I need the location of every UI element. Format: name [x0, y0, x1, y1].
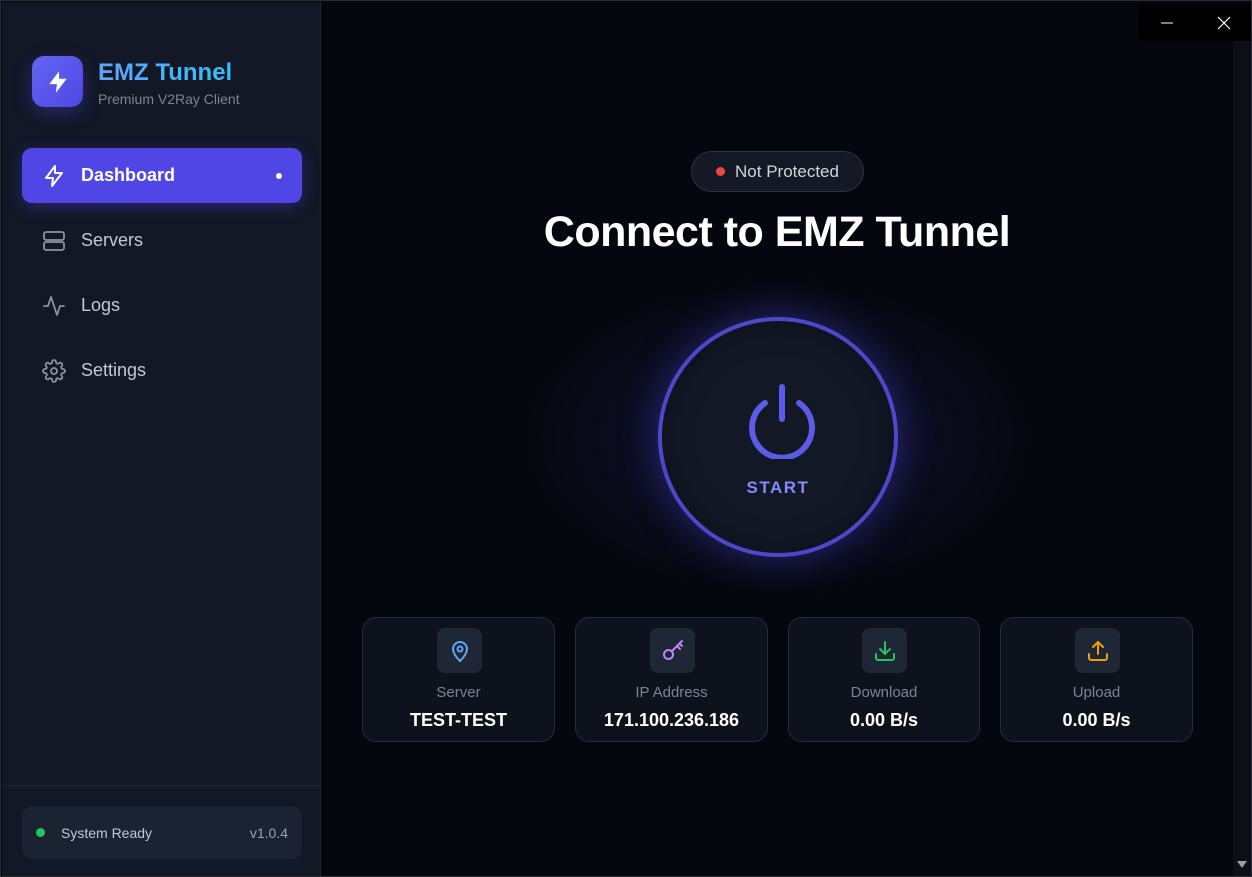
page-title: Connect to EMZ Tunnel	[543, 208, 1011, 256]
sidebar-item-label: Logs	[81, 295, 121, 315]
download-icon	[862, 628, 907, 673]
sidebar-item-label: Settings	[81, 360, 147, 380]
upload-card: Upload 0.00 B/s	[1000, 617, 1193, 742]
map-pin-icon	[437, 628, 482, 673]
ip-address-card: IP Address 171.100.236.186	[575, 617, 768, 742]
activity-icon	[41, 293, 67, 319]
start-label: START	[746, 478, 810, 497]
stats-panel: Server TEST-TEST IP Address 171.100.236.…	[362, 617, 1193, 742]
sidebar-item-settings[interactable]: Settings	[22, 343, 302, 398]
download-card: Download 0.00 B/s	[788, 617, 980, 742]
lightning-icon	[41, 163, 67, 189]
system-status: System Ready v1.0.4	[22, 806, 302, 859]
minimize-button[interactable]	[1138, 4, 1195, 41]
version-label: v1.0.4	[249, 824, 288, 841]
status-dot	[36, 828, 45, 837]
status-dot	[716, 167, 726, 176]
card-value: TEST-TEST	[409, 710, 507, 730]
card-value: 171.100.236.186	[603, 710, 740, 730]
card-value: 0.00 B/s	[1062, 710, 1131, 730]
server-icon	[41, 228, 67, 254]
minimize-icon	[1160, 22, 1173, 23]
lightning-bolt-icon	[32, 56, 83, 107]
start-connection-button[interactable]: START	[658, 317, 898, 557]
status-text: System Ready	[61, 824, 153, 841]
card-label: Server	[436, 684, 481, 701]
scroll-down-arrow-icon[interactable]	[1237, 861, 1247, 868]
protection-status-badge: Not Protected	[691, 151, 864, 192]
gear-icon	[41, 358, 67, 384]
window-controls	[1138, 4, 1251, 41]
close-button[interactable]	[1195, 4, 1251, 41]
server-card: Server TEST-TEST	[362, 617, 555, 742]
sidebar-item-servers[interactable]: Servers	[22, 213, 302, 268]
app-window: EMZ Tunnel Premium V2Ray Client Dashboar…	[0, 0, 1252, 877]
sidebar-item-logs[interactable]: Logs	[22, 278, 302, 333]
sidebar: EMZ Tunnel Premium V2Ray Client Dashboar…	[2, 2, 321, 876]
card-label: Download	[850, 684, 918, 701]
card-label: IP Address	[635, 684, 708, 701]
upload-icon	[1075, 628, 1120, 673]
key-icon	[650, 628, 695, 673]
sidebar-nav: Dashboard Servers Logs Settings	[22, 148, 302, 408]
brand: EMZ Tunnel Premium V2Ray Client	[32, 56, 312, 108]
card-value: 0.00 B/s	[849, 710, 919, 730]
power-icon	[749, 384, 815, 459]
card-label: Upload	[1072, 684, 1121, 701]
sidebar-item-label: Servers	[81, 230, 144, 250]
app-subtitle: Premium V2Ray Client	[98, 91, 240, 107]
sidebar-item-label: Dashboard	[81, 165, 176, 185]
badge-text: Not Protected	[735, 161, 839, 181]
divider	[2, 785, 320, 786]
sidebar-item-dashboard[interactable]: Dashboard	[22, 148, 302, 203]
close-icon	[1217, 16, 1230, 29]
active-indicator	[276, 173, 282, 179]
scrollbar[interactable]	[1233, 41, 1251, 876]
app-title: EMZ Tunnel	[98, 59, 233, 86]
